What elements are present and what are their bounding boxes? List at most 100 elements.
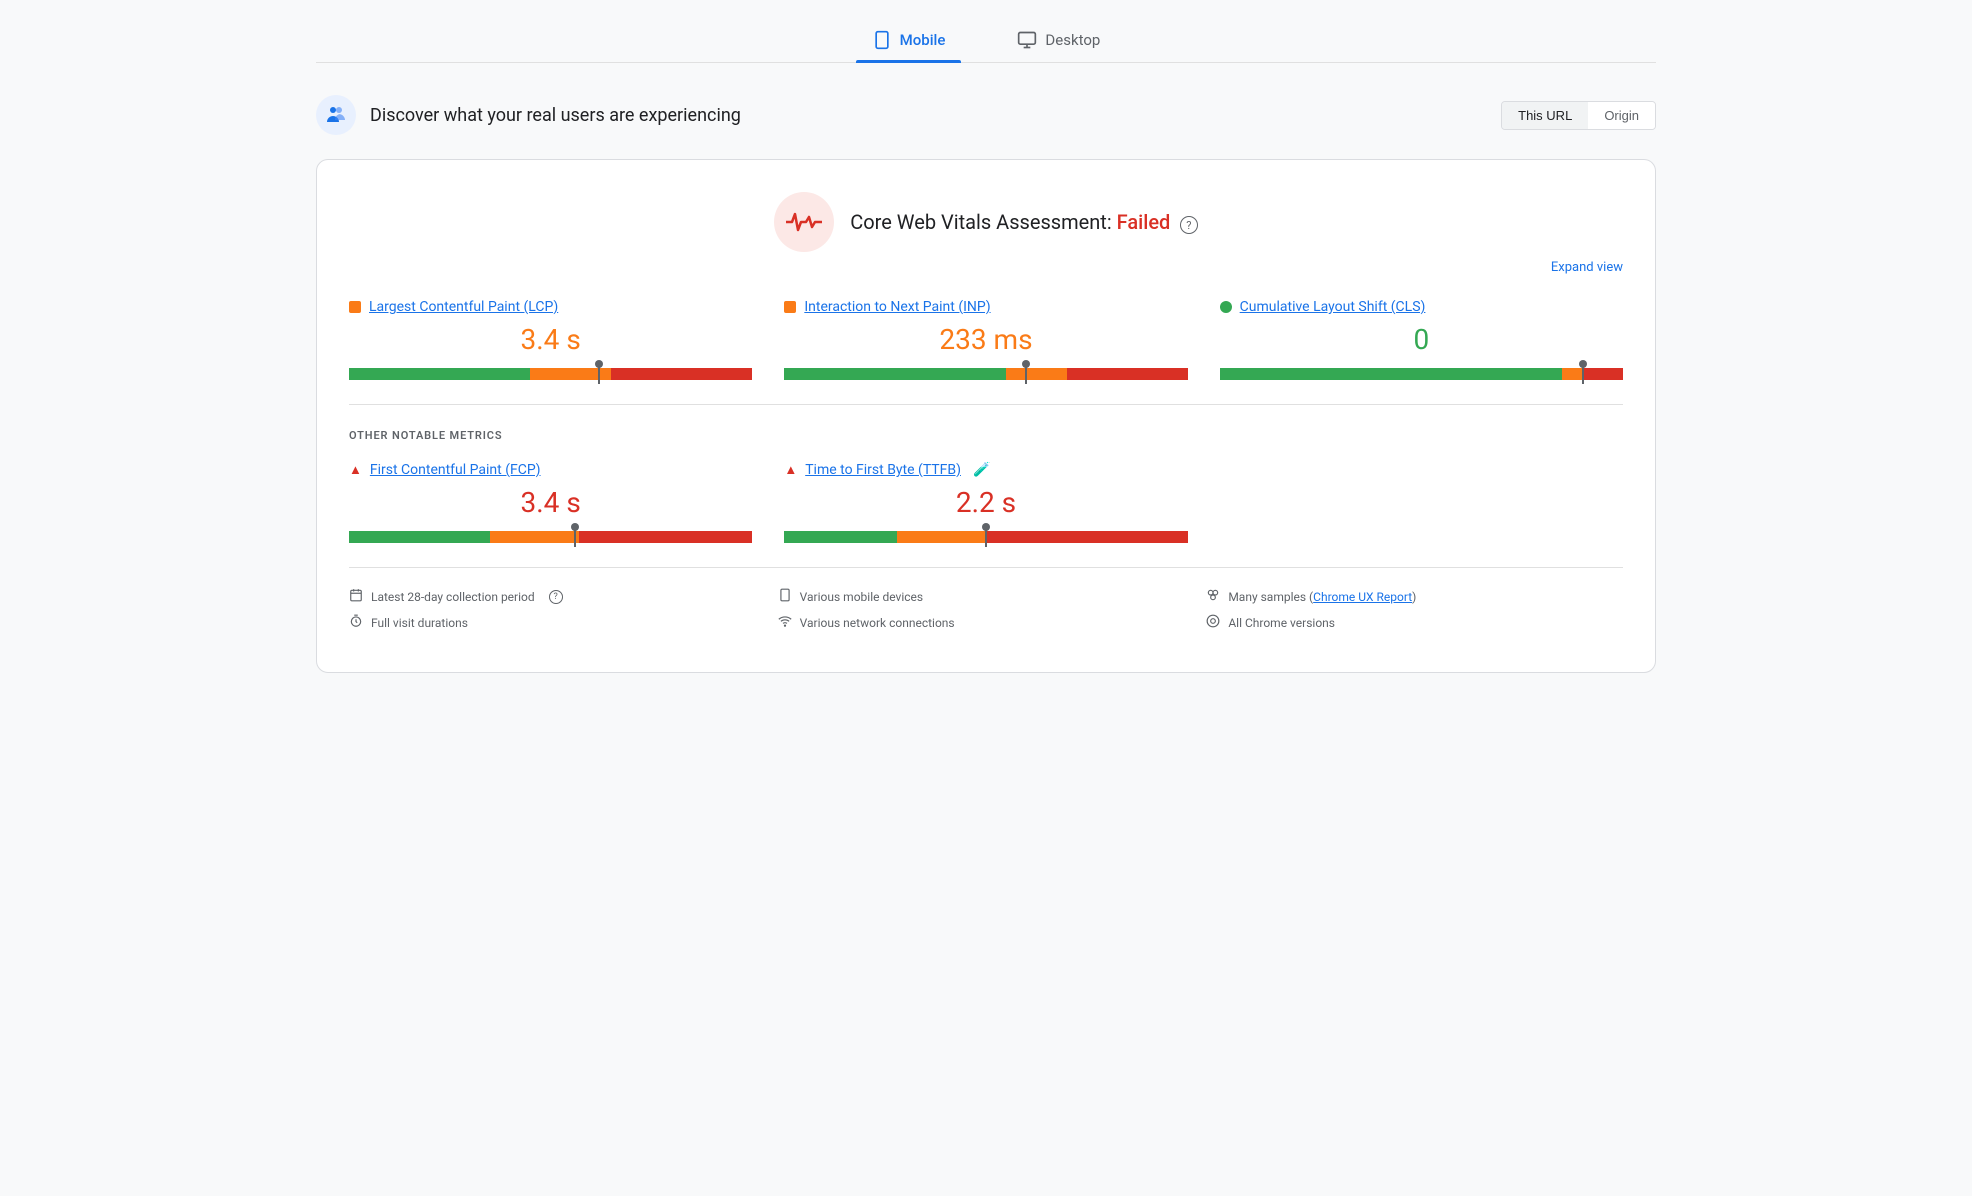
footer-many-samples: Many samples (Chrome UX Report) <box>1206 588 1623 606</box>
section-divider <box>349 404 1623 405</box>
ttfb-marker <box>985 527 987 547</box>
footer-visit-durations: Full visit durations <box>349 614 766 632</box>
inp-value: 233 ms <box>784 323 1187 356</box>
footer-collection-period: Latest 28-day collection period ? <box>349 588 766 606</box>
cls-bar-red <box>1583 368 1623 380</box>
cls-bar-green <box>1220 368 1563 380</box>
lcp-label-row: Largest Contentful Paint (LCP) <box>349 299 752 315</box>
tab-desktop[interactable]: Desktop <box>1001 20 1116 62</box>
fcp-label-row: ▲ First Contentful Paint (FCP) <box>349 462 752 478</box>
other-metrics-grid: ▲ First Contentful Paint (FCP) 3.4 s ▲ T… <box>349 462 1623 543</box>
lcp-bar-red <box>611 368 752 380</box>
fcp-value: 3.4 s <box>349 486 752 519</box>
inp-label-row: Interaction to Next Paint (INP) <box>784 299 1187 315</box>
ttfb-bar-red <box>986 531 1188 543</box>
footer-col3: Many samples (Chrome UX Report) All Chro… <box>1206 588 1623 640</box>
cls-link[interactable]: Cumulative Layout Shift (CLS) <box>1240 299 1426 315</box>
footer-col1: Latest 28-day collection period ? Full v… <box>349 588 766 640</box>
origin-button[interactable]: Origin <box>1588 102 1655 129</box>
lcp-bar <box>349 368 752 380</box>
assessment-help-icon[interactable]: ? <box>1180 216 1198 234</box>
users-icon <box>324 103 348 127</box>
metric-empty <box>1220 462 1623 543</box>
fcp-link[interactable]: First Contentful Paint (FCP) <box>370 462 541 478</box>
chrome-ux-report-link[interactable]: Chrome UX Report <box>1313 590 1412 604</box>
tab-mobile[interactable]: Mobile <box>856 20 962 62</box>
ttfb-bar-orange <box>897 531 986 543</box>
timer-icon <box>349 614 363 632</box>
collection-period-text: Latest 28-day collection period <box>371 590 535 604</box>
cls-value: 0 <box>1220 323 1623 356</box>
fcp-bar-green <box>349 531 490 543</box>
inp-bar-orange <box>1006 368 1066 380</box>
fcp-bar <box>349 531 752 543</box>
metric-inp: Interaction to Next Paint (INP) 233 ms <box>784 299 1187 380</box>
samples-icon <box>1206 588 1220 606</box>
page-title: Discover what your real users are experi… <box>370 105 741 126</box>
lcp-link[interactable]: Largest Contentful Paint (LCP) <box>369 299 558 315</box>
inp-link[interactable]: Interaction to Next Paint (INP) <box>804 299 990 315</box>
visit-durations-text: Full visit durations <box>371 616 468 630</box>
footer-col2: Various mobile devices Various network c… <box>778 588 1195 640</box>
avatar-icon <box>316 95 356 135</box>
metric-fcp: ▲ First Contentful Paint (FCP) 3.4 s <box>349 462 752 543</box>
other-metrics-label: OTHER NOTABLE METRICS <box>349 429 1623 442</box>
ttfb-bar-green <box>784 531 897 543</box>
fcp-marker <box>574 527 576 547</box>
ttfb-label-row: ▲ Time to First Byte (TTFB) 🧪 <box>784 462 1187 478</box>
lcp-bar-green <box>349 368 530 380</box>
cls-bar-orange <box>1562 368 1582 380</box>
fcp-bar-red <box>579 531 752 543</box>
main-card: Core Web Vitals Assessment: Failed ? Exp… <box>316 159 1656 673</box>
cls-label-row: Cumulative Layout Shift (CLS) <box>1220 299 1623 315</box>
header-left: Discover what your real users are experi… <box>316 95 741 135</box>
cls-dot <box>1220 301 1232 313</box>
tab-bar: Mobile Desktop <box>316 20 1656 63</box>
core-metrics-grid: Largest Contentful Paint (LCP) 3.4 s Int… <box>349 299 1623 380</box>
fcp-triangle-icon: ▲ <box>349 462 362 478</box>
assessment-header: Core Web Vitals Assessment: Failed ? <box>349 192 1623 252</box>
mobile-icon <box>872 30 892 50</box>
calendar-icon <box>349 588 363 606</box>
metric-ttfb: ▲ Time to First Byte (TTFB) 🧪 2.2 s <box>784 462 1187 543</box>
metric-lcp: Largest Contentful Paint (LCP) 3.4 s <box>349 299 752 380</box>
chrome-icon <box>1206 614 1220 632</box>
expand-view-button[interactable]: Expand view <box>349 260 1623 275</box>
many-samples-text: Many samples (Chrome UX Report) <box>1228 590 1416 604</box>
mobile-devices-text: Various mobile devices <box>800 590 923 604</box>
lcp-value: 3.4 s <box>349 323 752 356</box>
mobile-devices-icon <box>778 588 792 606</box>
footer-chrome-versions: All Chrome versions <box>1206 614 1623 632</box>
header-section: Discover what your real users are experi… <box>316 87 1656 143</box>
tab-desktop-label: Desktop <box>1045 31 1100 49</box>
ttfb-value: 2.2 s <box>784 486 1187 519</box>
ttfb-triangle-icon: ▲ <box>784 462 797 478</box>
desktop-icon <box>1017 30 1037 50</box>
wifi-icon <box>778 614 792 632</box>
inp-bar-red <box>1067 368 1188 380</box>
url-toggle: This URL Origin <box>1501 101 1656 130</box>
ttfb-flask-icon: 🧪 <box>973 462 990 478</box>
fcp-bar-orange <box>490 531 579 543</box>
assessment-title: Core Web Vitals Assessment: Failed ? <box>850 210 1198 234</box>
cls-marker <box>1582 364 1584 384</box>
footer-info: Latest 28-day collection period ? Full v… <box>349 567 1623 640</box>
lcp-marker <box>598 364 600 384</box>
vitals-icon <box>774 192 834 252</box>
inp-bar-green <box>784 368 1006 380</box>
footer-network-connections: Various network connections <box>778 614 1195 632</box>
inp-bar <box>784 368 1187 380</box>
chrome-versions-text: All Chrome versions <box>1228 616 1335 630</box>
inp-dot <box>784 301 796 313</box>
tab-mobile-label: Mobile <box>900 31 946 49</box>
footer-mobile-devices: Various mobile devices <box>778 588 1195 606</box>
metric-cls: Cumulative Layout Shift (CLS) 0 <box>1220 299 1623 380</box>
ttfb-link[interactable]: Time to First Byte (TTFB) <box>805 462 961 478</box>
this-url-button[interactable]: This URL <box>1502 102 1588 129</box>
inp-marker <box>1025 364 1027 384</box>
ttfb-bar <box>784 531 1187 543</box>
collection-help-icon[interactable]: ? <box>549 590 563 604</box>
network-connections-text: Various network connections <box>800 616 955 630</box>
lcp-dot <box>349 301 361 313</box>
cls-bar <box>1220 368 1623 380</box>
